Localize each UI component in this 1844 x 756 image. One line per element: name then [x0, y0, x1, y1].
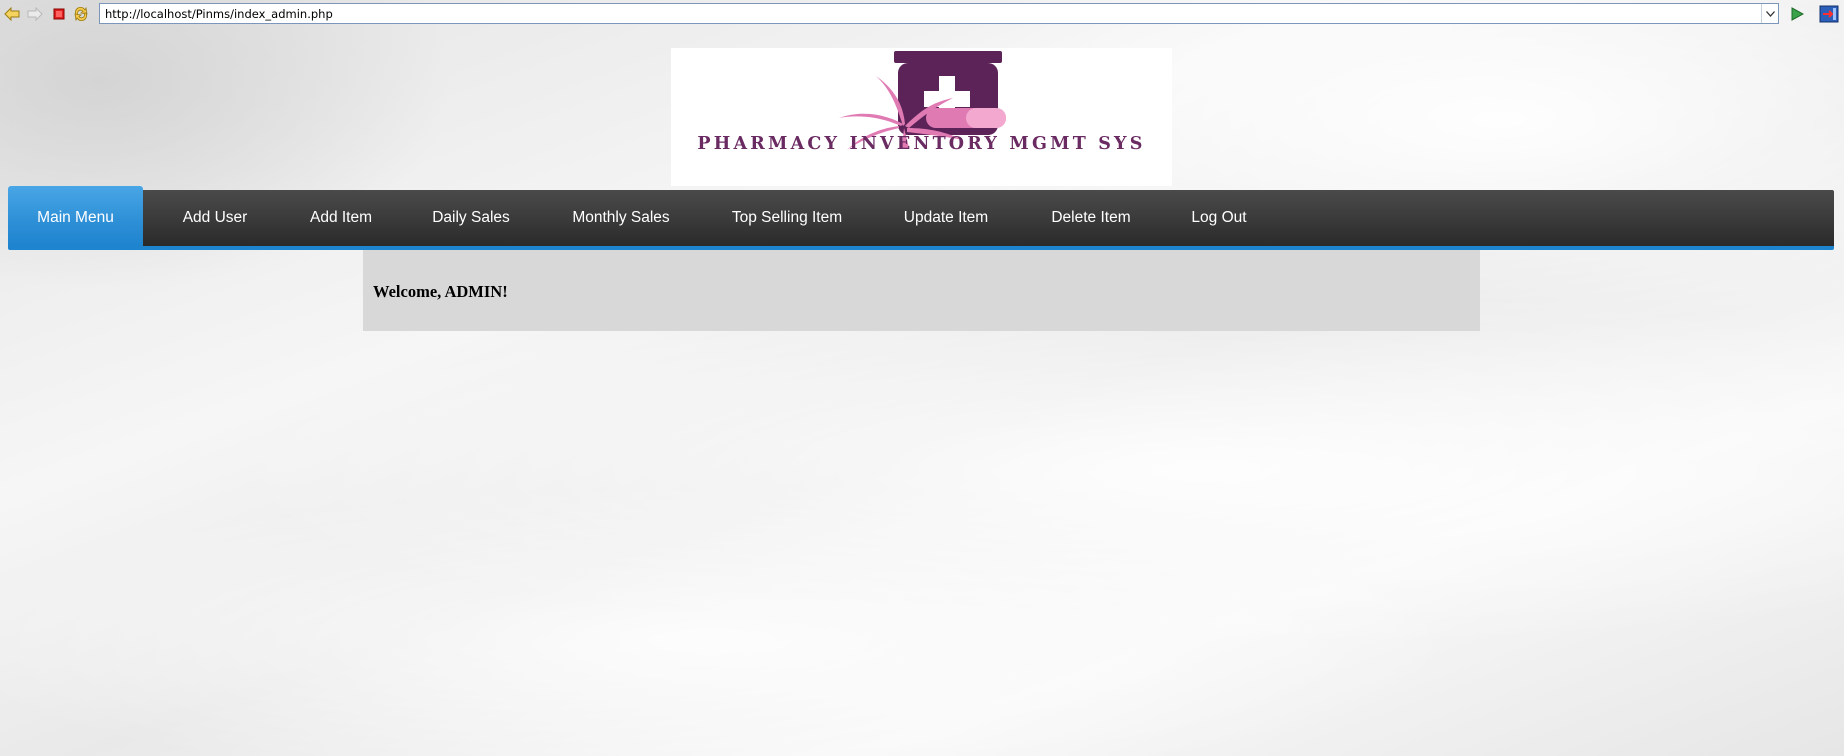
refresh-icon[interactable] [72, 5, 90, 23]
site-logo: PHARMACY INVENTORY MGMT SYS [671, 48, 1172, 186]
nav-top-selling-item[interactable]: Top Selling Item [714, 190, 860, 246]
stop-icon[interactable] [50, 5, 68, 23]
browser-toolbar: http://localhost/Pinms/index_admin.php [0, 0, 1844, 28]
nav-add-user[interactable]: Add User [161, 190, 269, 246]
go-play-icon[interactable] [1788, 5, 1806, 23]
nav-add-item[interactable]: Add Item [291, 190, 391, 246]
nav-log-out[interactable]: Log Out [1173, 190, 1265, 246]
welcome-message: Welcome, ADMIN! [373, 282, 508, 301]
nav-daily-sales[interactable]: Daily Sales [414, 190, 528, 246]
address-dropdown-icon[interactable] [1761, 4, 1778, 23]
welcome-panel: Welcome, ADMIN! [363, 250, 1480, 331]
address-bar[interactable]: http://localhost/Pinms/index_admin.php [99, 3, 1779, 24]
main-nav: Main Menu Add User Add Item Daily Sales … [8, 186, 1834, 250]
logo-graphic-icon [839, 51, 1006, 150]
nav-delete-item[interactable]: Delete Item [1032, 190, 1150, 246]
forward-arrow-icon[interactable] [26, 5, 44, 23]
nav-update-item[interactable]: Update Item [883, 190, 1009, 246]
back-arrow-icon[interactable] [3, 5, 21, 23]
logo-text: PHARMACY INVENTORY MGMT SYS [697, 134, 1146, 154]
nav-main-menu[interactable]: Main Menu [8, 186, 143, 246]
nav-monthly-sales[interactable]: Monthly Sales [551, 190, 691, 246]
exit-icon[interactable] [1818, 4, 1840, 24]
address-url[interactable]: http://localhost/Pinms/index_admin.php [100, 7, 1761, 21]
